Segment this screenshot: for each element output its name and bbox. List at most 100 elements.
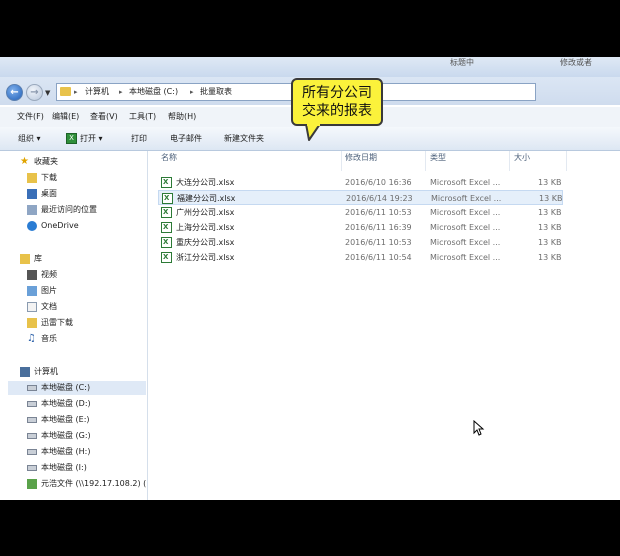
file-name: 浙江分公司.xlsx: [176, 253, 235, 262]
file-size: 13 KB: [538, 208, 562, 217]
chevron-right-icon[interactable]: ▸: [119, 85, 123, 99]
file-date: 2016/6/11 10:54: [345, 253, 412, 262]
nav-label: 本地磁盘 (D:): [41, 399, 91, 408]
nav-label: 本地磁盘 (G:): [41, 431, 91, 440]
mouse-cursor-icon: [473, 420, 485, 436]
history-dropdown-icon[interactable]: ▼: [45, 89, 50, 97]
file-size: 13 KB: [538, 238, 562, 247]
breadcrumb-computer[interactable]: 计算机: [85, 85, 109, 99]
background-text: 修改或者: [560, 58, 592, 67]
column-name[interactable]: 名称: [161, 151, 177, 165]
breadcrumb-drive-c[interactable]: 本地磁盘 (C:): [129, 85, 178, 99]
nav-label: 本地磁盘 (I:): [41, 463, 87, 472]
nav-label: OneDrive: [41, 221, 79, 230]
back-button[interactable]: ←: [6, 84, 23, 101]
excel-file-icon: [161, 222, 172, 233]
excel-icon: X: [66, 133, 77, 144]
cloud-icon: [27, 221, 37, 231]
file-name: 大连分公司.xlsx: [176, 178, 235, 187]
nav-label: 收藏夹: [34, 157, 58, 166]
file-name: 福建分公司.xlsx: [177, 194, 236, 203]
nav-label: 音乐: [41, 334, 57, 343]
email-button[interactable]: 电子邮件: [170, 132, 202, 146]
open-label: 打开: [80, 134, 96, 143]
callout-line-1: 所有分公司: [302, 85, 372, 101]
file-name: 上海分公司.xlsx: [176, 223, 235, 232]
organize-button[interactable]: 组织 ▾: [18, 132, 41, 146]
column-size[interactable]: 大小: [514, 151, 530, 165]
column-divider[interactable]: [509, 151, 510, 171]
navigation-pane: ★ 收藏夹 下载 桌面 最近访问的位置 OneDrive 库 视频 图片 文档 …: [0, 151, 148, 500]
file-size: 13 KB: [538, 253, 562, 262]
file-name: 重庆分公司.xlsx: [176, 238, 235, 247]
nav-label: 元浩文件 (\\192.17.108.2) (: [41, 479, 147, 488]
nav-label: 视频: [41, 270, 57, 279]
file-row[interactable]: 浙江分公司.xlsx 2016/6/11 10:54 Microsoft Excel…: [158, 250, 563, 265]
menu-help[interactable]: 帮助(H): [168, 110, 196, 124]
file-type: Microsoft Excel ...: [430, 178, 501, 187]
nav-network-drive[interactable]: 元浩文件 (\\192.17.108.2) (: [27, 477, 147, 491]
document-icon: [27, 302, 37, 312]
download-folder-icon: [27, 173, 37, 183]
file-row[interactable]: 福建分公司.xlsx 2016/6/14 19:23 Microsoft Excel…: [158, 190, 563, 205]
excel-file-icon: [162, 193, 173, 204]
breadcrumb-folder[interactable]: 批量取表: [200, 85, 232, 99]
arrow-left-icon: ←: [10, 87, 19, 98]
drive-icon: [27, 465, 37, 471]
excel-file-icon: [161, 252, 172, 263]
nav-label: 计算机: [34, 367, 58, 376]
star-icon: ★: [20, 156, 29, 167]
nav-label: 下载: [41, 173, 57, 182]
file-row[interactable]: 上海分公司.xlsx 2016/6/11 16:39 Microsoft Excel…: [158, 220, 563, 235]
file-date: 2016/6/10 16:36: [345, 178, 412, 187]
file-row[interactable]: 重庆分公司.xlsx 2016/6/11 10:53 Microsoft Excel…: [158, 235, 563, 250]
drive-icon: [27, 433, 37, 439]
nav-label: 库: [34, 254, 42, 263]
network-drive-icon: [27, 479, 37, 489]
drive-icon: [27, 385, 37, 391]
drive-icon: [27, 449, 37, 455]
nav-label: 本地磁盘 (C:): [41, 383, 91, 392]
nav-label: 本地磁盘 (H:): [41, 447, 91, 456]
nav-label: 迅雷下载: [41, 318, 73, 327]
callout-joint: [307, 122, 320, 126]
menu-edit[interactable]: 编辑(E): [52, 110, 79, 124]
file-row[interactable]: 大连分公司.xlsx 2016/6/10 16:36 Microsoft Excel…: [158, 175, 563, 190]
callout-line-2: 交来的报表: [302, 103, 372, 119]
organize-label: 组织: [18, 134, 34, 143]
forward-button[interactable]: →: [26, 84, 43, 101]
file-row[interactable]: 广州分公司.xlsx 2016/6/11 10:53 Microsoft Excel…: [158, 205, 563, 220]
new-folder-button[interactable]: 新建文件夹: [224, 132, 264, 146]
folder-icon: [27, 318, 37, 328]
menu-file[interactable]: 文件(F): [17, 110, 44, 124]
file-list-pane: 名称 修改日期 类型 大小 大连分公司.xlsx 2016/6/10 16:36 M…: [148, 151, 620, 500]
arrow-right-icon: →: [30, 87, 39, 98]
column-type[interactable]: 类型: [430, 151, 446, 165]
file-size: 13 KB: [538, 223, 562, 232]
column-divider[interactable]: [566, 151, 567, 171]
column-divider[interactable]: [425, 151, 426, 171]
chevron-right-icon[interactable]: ▸: [190, 85, 194, 99]
chevron-right-icon[interactable]: ▸: [74, 85, 78, 99]
print-button[interactable]: 打印: [131, 132, 147, 146]
file-type: Microsoft Excel ...: [430, 238, 501, 247]
music-icon: ♫: [27, 333, 36, 344]
nav-drive-c[interactable]: 本地磁盘 (C:): [8, 381, 146, 395]
column-date[interactable]: 修改日期: [345, 151, 377, 165]
file-size: 13 KB: [539, 194, 563, 203]
desktop-icon: [27, 189, 37, 199]
command-bar: 组织 ▾ X 打开 ▾ 打印 电子邮件 新建文件夹: [0, 127, 620, 151]
nav-label: 最近访问的位置: [41, 205, 97, 214]
file-date: 2016/6/11 16:39: [345, 223, 412, 232]
annotation-callout: 所有分公司 交来的报表: [291, 78, 383, 126]
file-size: 13 KB: [538, 178, 562, 187]
column-divider[interactable]: [341, 151, 342, 171]
open-button[interactable]: 打开 ▾: [80, 132, 103, 146]
menu-view[interactable]: 查看(V): [90, 110, 118, 124]
drive-icon: [27, 401, 37, 407]
file-date: 2016/6/11 10:53: [345, 208, 412, 217]
file-date: 2016/6/14 19:23: [346, 194, 413, 203]
menu-tools[interactable]: 工具(T): [129, 110, 156, 124]
file-type: Microsoft Excel ...: [430, 253, 501, 262]
computer-icon: [20, 367, 30, 377]
